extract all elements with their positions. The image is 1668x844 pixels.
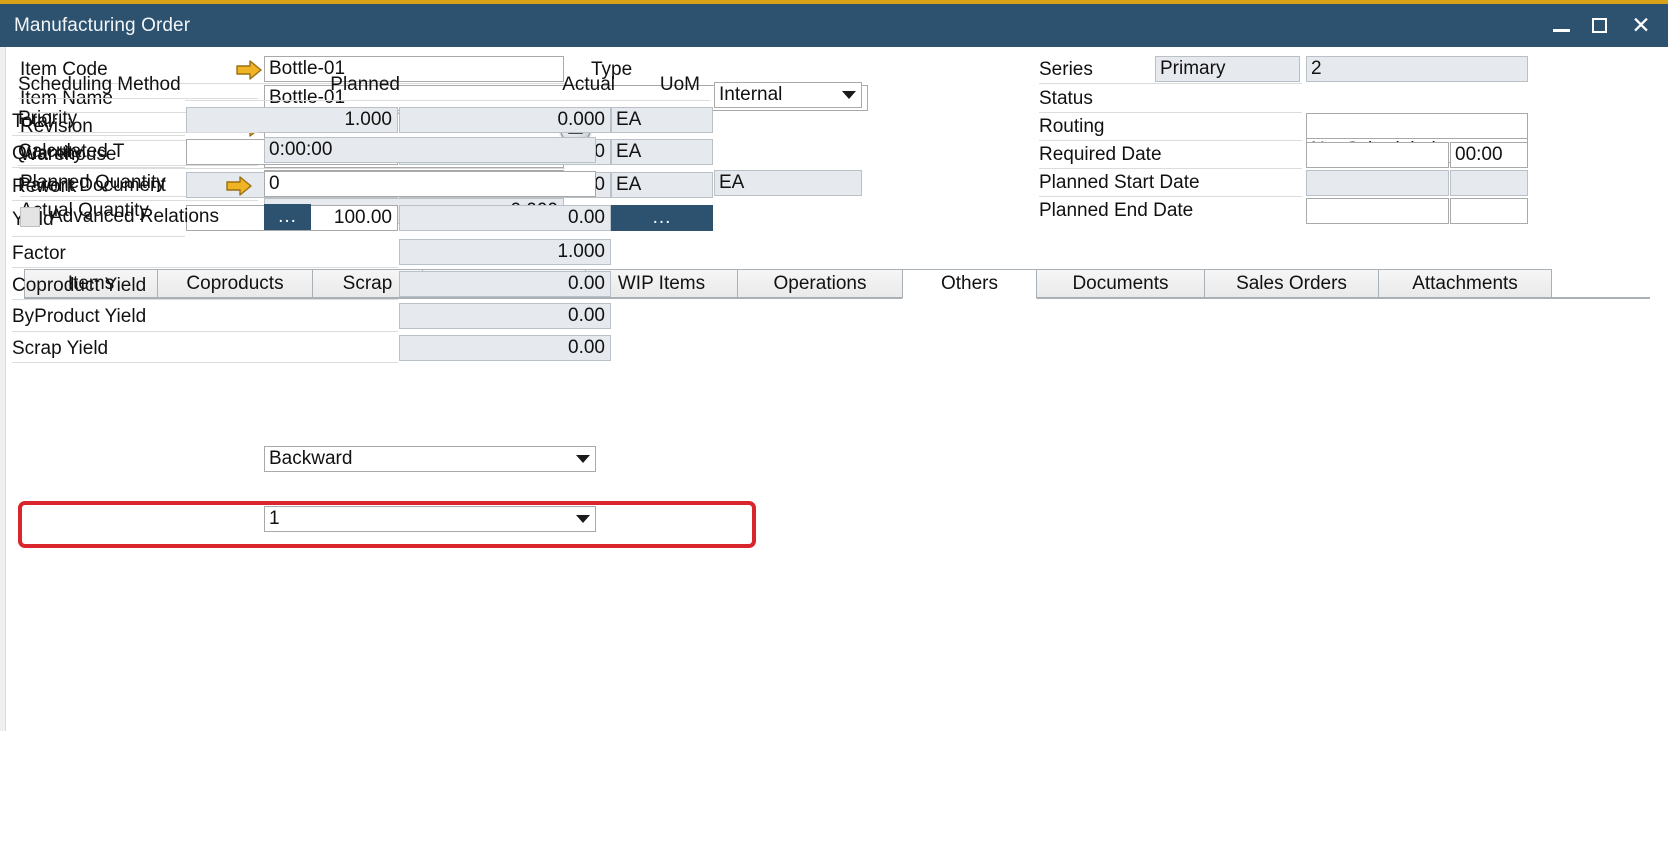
- scheduling-method-value: Backward: [269, 448, 352, 470]
- column-header-uom: UoM: [620, 74, 700, 96]
- priority-value: 1: [269, 508, 280, 530]
- divider: [1039, 112, 1302, 113]
- rework-uom-input: EA: [611, 172, 713, 198]
- divider: [12, 236, 185, 237]
- chevron-down-icon: [842, 91, 856, 99]
- calculated-t-input: 0:00:00: [264, 137, 596, 163]
- label-routing: Routing: [1039, 116, 1105, 138]
- label-planned-start-date: Planned Start Date: [1039, 172, 1200, 194]
- tab-strip: Items Coproducts Scrap Instructions WIP …: [24, 269, 1650, 299]
- required-date-input[interactable]: [1306, 142, 1449, 168]
- planned-start-date-input: [1306, 170, 1449, 196]
- column-header-planned: Planned: [290, 74, 400, 96]
- divider: [1039, 196, 1302, 197]
- byproduct-yield-actual-input: 0.00: [399, 303, 611, 329]
- maximize-icon: [1592, 18, 1607, 33]
- row-label-coproduct-yield: Coproduct Yield: [12, 275, 146, 297]
- label-scheduling-method: Scheduling Method: [18, 74, 181, 96]
- label-calculated-t: Calculated T: [18, 141, 124, 163]
- divider: [12, 167, 185, 168]
- total-planned-input: 1.000: [186, 107, 398, 133]
- type-dropdown[interactable]: Internal: [714, 82, 862, 108]
- divider: [18, 165, 258, 166]
- lower-right-panel: [0, 800, 726, 844]
- tab-attachments[interactable]: Attachments: [1378, 269, 1552, 299]
- tab-operations[interactable]: Operations: [737, 269, 903, 299]
- series-name-input: Primary: [1155, 56, 1300, 82]
- parent-document-input[interactable]: 0: [264, 171, 596, 197]
- divider: [1039, 140, 1302, 141]
- divider: [1039, 83, 1302, 84]
- tab-others[interactable]: Others: [902, 269, 1037, 299]
- divider: [12, 135, 185, 136]
- tab-documents[interactable]: Documents: [1036, 269, 1205, 299]
- column-header-actual: Actual: [505, 74, 615, 96]
- manufacturing-order-window: Manufacturing Order ✕ Item Code Item Nam…: [0, 0, 1668, 731]
- title-bar: Manufacturing Order ✕: [0, 4, 1668, 47]
- chevron-down-icon: [576, 515, 590, 523]
- label-priority: Priority: [18, 108, 77, 130]
- yield-options-button[interactable]: ...: [611, 205, 713, 231]
- divider: [185, 100, 710, 101]
- yield-actual-input: 0.00: [399, 205, 611, 231]
- tab-sales-orders[interactable]: Sales Orders: [1204, 269, 1379, 299]
- advanced-relations-checkbox[interactable]: [20, 207, 40, 227]
- divider: [20, 168, 565, 169]
- divider: [12, 267, 398, 268]
- priority-dropdown[interactable]: 1: [264, 506, 596, 532]
- divider: [12, 331, 398, 332]
- divider: [18, 132, 258, 133]
- label-series: Series: [1039, 59, 1093, 81]
- routing-input[interactable]: [1306, 113, 1528, 139]
- link-arrow-icon[interactable]: [236, 60, 262, 80]
- label-required-date: Required Date: [1039, 144, 1162, 166]
- chevron-down-icon: [576, 455, 590, 463]
- label-status: Status: [1039, 88, 1093, 110]
- window-title: Manufacturing Order: [14, 15, 190, 37]
- row-label-factor: Factor: [12, 243, 66, 265]
- minimize-icon: [1553, 29, 1570, 32]
- others-right-panel: Scheduling Method Backward Priority 1 Ca…: [0, 380, 726, 756]
- label-planned-end-date: Planned End Date: [1039, 200, 1193, 222]
- coproduct-yield-actual-input: 0.00: [399, 271, 611, 297]
- required-time-input[interactable]: 00:00: [1450, 142, 1528, 168]
- advanced-relations-options-button[interactable]: ...: [264, 204, 311, 230]
- divider: [18, 98, 258, 99]
- factor-actual-input: 1.000: [399, 239, 611, 265]
- close-button[interactable]: ✕: [1624, 4, 1658, 47]
- label-parent-document: Parent Document: [18, 175, 166, 197]
- lower-left-panel: [0, 756, 724, 800]
- link-arrow-icon[interactable]: [226, 176, 252, 196]
- maximize-button[interactable]: [1582, 4, 1616, 47]
- scrap-yield-actual-input: 0.00: [399, 335, 611, 361]
- divider: [12, 299, 398, 300]
- row-label-scrap-yield: Scrap Yield: [12, 338, 108, 360]
- row-label-byproduct-yield: ByProduct Yield: [12, 306, 146, 328]
- planned-end-date-input[interactable]: [1306, 198, 1449, 224]
- total-actual-input: 0.000: [399, 107, 611, 133]
- planned-start-time-input: [1450, 170, 1528, 196]
- scheduling-method-dropdown[interactable]: Backward: [264, 446, 596, 472]
- series-number-input: 2: [1306, 56, 1528, 82]
- planned-end-time-input[interactable]: [1450, 198, 1528, 224]
- quantity-uom-input: EA: [611, 139, 713, 165]
- divider: [12, 362, 398, 363]
- label-advanced-relations: Advanced Relations: [50, 206, 219, 228]
- type-value: Internal: [719, 84, 782, 106]
- total-uom-input: EA: [611, 107, 713, 133]
- divider: [18, 200, 258, 201]
- minimize-button[interactable]: [1544, 4, 1578, 47]
- tab-coproducts[interactable]: Coproducts: [157, 269, 313, 299]
- divider: [1039, 168, 1302, 169]
- uom-input: EA: [714, 170, 862, 196]
